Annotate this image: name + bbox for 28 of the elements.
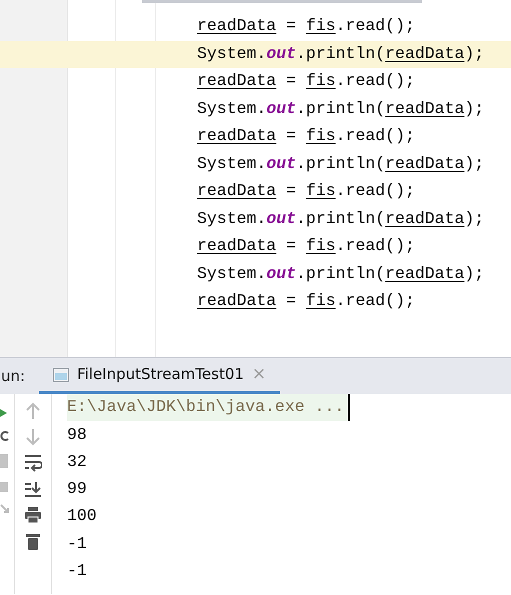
console-output-line: 32: [67, 450, 88, 473]
trash-icon[interactable]: [25, 532, 41, 550]
code-line: readData = fis.read();: [196, 125, 416, 148]
run-icon[interactable]: [0, 408, 8, 418]
code-line: readData = fis.read();: [196, 15, 416, 38]
code-line: readData = fis.read();: [196, 180, 416, 202]
scrollbar-thumb[interactable]: [142, 0, 422, 3]
code-line: readData = fis.read();: [196, 70, 416, 92]
print-icon[interactable]: [24, 506, 42, 524]
console-output-line: -1: [67, 560, 88, 582]
console-output-line: 100: [67, 505, 98, 528]
scroll-to-end-icon[interactable]: [24, 480, 42, 498]
code-line: System.out.println(readData);: [196, 98, 486, 120]
run-label: un:: [1, 366, 26, 387]
console-output-line: 98: [67, 424, 88, 446]
run-tab-title: FileInputStreamTest01: [77, 364, 244, 386]
code-line: System.out.println(readData);: [196, 208, 486, 230]
code-line: readData = fis.read();: [196, 290, 416, 312]
down-arrow-icon[interactable]: [26, 428, 40, 446]
console-icon: [53, 368, 70, 382]
console-output-line: 99: [67, 478, 88, 500]
up-arrow-icon[interactable]: [26, 402, 40, 420]
rerun-icon[interactable]: [0, 430, 9, 442]
code-line: System.out.println(readData);: [196, 152, 486, 175]
console-output-line: -1: [67, 532, 88, 555]
code-line: System.out.println(readData);: [196, 262, 486, 285]
soft-wrap-icon[interactable]: [24, 454, 42, 472]
code-line: readData = fis.read();: [196, 235, 416, 258]
